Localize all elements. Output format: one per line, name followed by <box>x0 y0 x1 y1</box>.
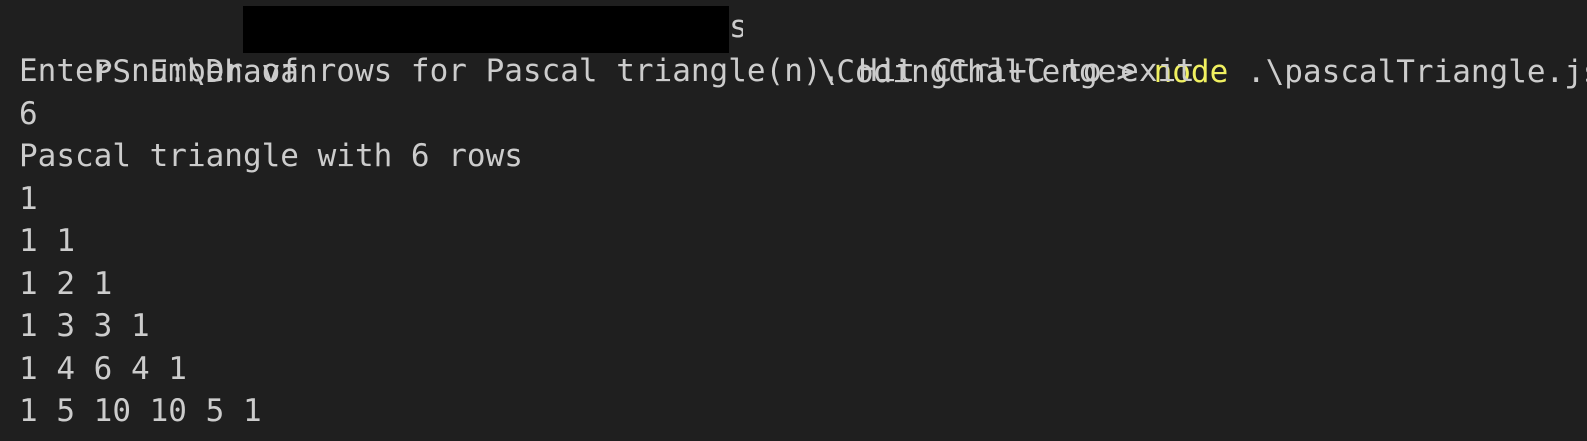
instruction-line: Enter number of rows for Pascal triangle… <box>19 53 1195 89</box>
triangle-row: 1 4 6 4 1 <box>19 351 187 387</box>
user-input-line: 6 <box>19 96 38 132</box>
triangle-row: 1 1 <box>19 223 75 259</box>
prompt-line-rest: \CodingChallenge> node .\pascalTriangle.… <box>743 8 1587 90</box>
triangle-row: 1 5 10 10 5 1 <box>19 393 262 429</box>
redacted-path-tail: s <box>729 9 743 45</box>
command-args: .\pascalTriangle.js <box>1228 54 1587 90</box>
triangle-row: 1 3 3 1 <box>19 308 150 344</box>
terminal-window[interactable]: PS E:\Dhavan s \CodingChallenge> node .\… <box>0 0 1587 441</box>
redacted-path <box>243 6 729 53</box>
triangle-row: 1 2 1 <box>19 266 113 302</box>
result-header-line: Pascal triangle with 6 rows <box>19 138 523 174</box>
triangle-row: 1 <box>19 181 38 217</box>
